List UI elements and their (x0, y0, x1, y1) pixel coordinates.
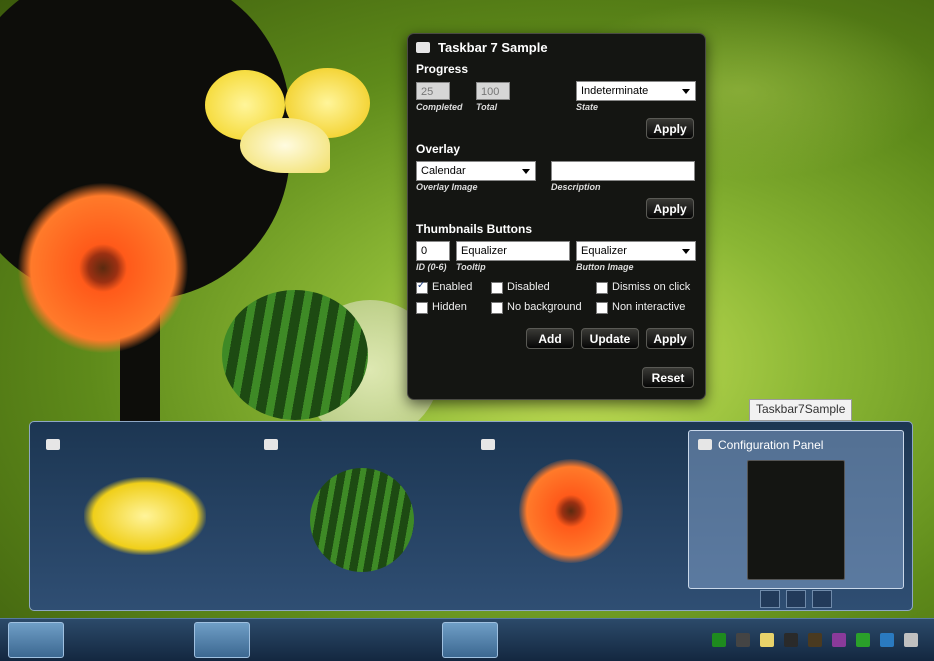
state-value: Indeterminate (581, 85, 649, 97)
app-icon (481, 439, 495, 450)
play-icon[interactable] (760, 590, 780, 608)
watermelon-thumbnail[interactable] (310, 468, 414, 572)
overlay-image-select[interactable]: Calendar (416, 161, 536, 181)
non-interactive-label: Non interactive (612, 301, 686, 313)
lemon-thumbnail[interactable] (84, 477, 206, 555)
watermelon-image (222, 290, 368, 420)
overlay-section-title: Overlay (416, 142, 461, 156)
gerbera-thumbnail[interactable] (519, 459, 623, 563)
checkbox-icon (596, 282, 608, 294)
button-image-value: Equalizer (581, 245, 627, 257)
tray-icon[interactable] (760, 633, 774, 647)
lemon-slice-image (240, 118, 330, 173)
taskbar-app-network[interactable] (318, 622, 374, 658)
checkbox-icon (491, 282, 503, 294)
overlay-image-label: Overlay Image (416, 182, 478, 192)
total-label: Total (476, 102, 498, 112)
completed-input[interactable]: 25 (416, 82, 450, 100)
disabled-label: Disabled (507, 281, 550, 293)
checkbox-icon (491, 302, 503, 314)
no-background-label: No background (507, 301, 582, 313)
thumbs-apply-button[interactable]: Apply (646, 328, 694, 349)
completed-label: Completed (416, 102, 463, 112)
state-select[interactable]: Indeterminate (576, 81, 696, 101)
taskbar-app-vm[interactable] (380, 622, 436, 658)
network-icon[interactable] (904, 633, 918, 647)
progress-section-title: Progress (416, 62, 469, 76)
app-icon (46, 439, 60, 450)
enabled-label: Enabled (432, 281, 473, 293)
taskbar-app-package[interactable] (256, 622, 312, 658)
tooltip-input[interactable]: Equalizer (456, 241, 570, 261)
checkbox-checked-icon (416, 280, 428, 294)
configuration-window[interactable]: Taskbar 7 Sample Progress 25 Completed 1… (407, 33, 706, 400)
kiwi-icon[interactable] (808, 633, 822, 647)
state-label: State (576, 102, 599, 112)
messenger-icon[interactable] (880, 633, 894, 647)
overlay-apply-button[interactable]: Apply (646, 198, 694, 219)
equalizer-icon[interactable] (812, 590, 832, 608)
dismiss-on-click-label: Dismiss on click (612, 281, 691, 293)
checkbox-icon (416, 302, 428, 314)
chevron-down-icon (682, 249, 690, 254)
button-image-label: Button Image (576, 262, 634, 272)
start-button[interactable] (8, 622, 64, 658)
taskbar (0, 618, 934, 661)
update-button[interactable]: Update (581, 328, 639, 349)
tray-icon[interactable] (712, 633, 726, 647)
config-thumbnail-title: Configuration Panel (718, 438, 824, 452)
config-window-miniature (747, 460, 845, 580)
description-label: Description (551, 182, 601, 192)
steam-icon[interactable] (736, 633, 750, 647)
taskbar-app-explorer[interactable] (194, 622, 250, 658)
taskbar-app-taskbar7sample[interactable] (442, 622, 498, 658)
taskbar-tooltip: Taskbar7Sample (749, 399, 853, 421)
progress-apply-button[interactable]: Apply (646, 118, 694, 139)
total-input[interactable]: 100 (476, 82, 510, 100)
hidden-label: Hidden (432, 301, 467, 313)
thumbnails-section-title: Thumbnails Buttons (416, 222, 532, 236)
tooltip-label: Tooltip (456, 262, 486, 272)
overlay-image-value: Calendar (421, 165, 466, 177)
app-icon (416, 42, 430, 53)
reset-button[interactable]: Reset (642, 367, 694, 388)
taskbar-app-visual-studio[interactable] (132, 622, 188, 658)
button-image-select[interactable]: Equalizer (576, 241, 696, 261)
gerbera-flower-image (18, 183, 188, 353)
button-id-label: ID (0-6) (416, 262, 447, 272)
show-hidden-icons[interactable] (690, 633, 704, 647)
app-icon (264, 439, 278, 450)
chevron-down-icon (522, 169, 530, 174)
tray-icon[interactable] (832, 633, 846, 647)
window-title: Taskbar 7 Sample (438, 40, 548, 55)
configuration-panel-thumbnail[interactable]: Configuration Panel (688, 430, 904, 589)
chevron-down-icon (682, 89, 690, 94)
pause-icon[interactable] (786, 590, 806, 608)
app-icon (698, 439, 712, 450)
taskbar-app-kiwi[interactable] (70, 622, 126, 658)
button-id-input[interactable]: 0 (416, 241, 450, 261)
checkbox-icon (596, 302, 608, 314)
shield-icon[interactable] (856, 633, 870, 647)
description-input[interactable] (551, 161, 695, 181)
music-icon[interactable] (784, 633, 798, 647)
add-button[interactable]: Add (526, 328, 574, 349)
